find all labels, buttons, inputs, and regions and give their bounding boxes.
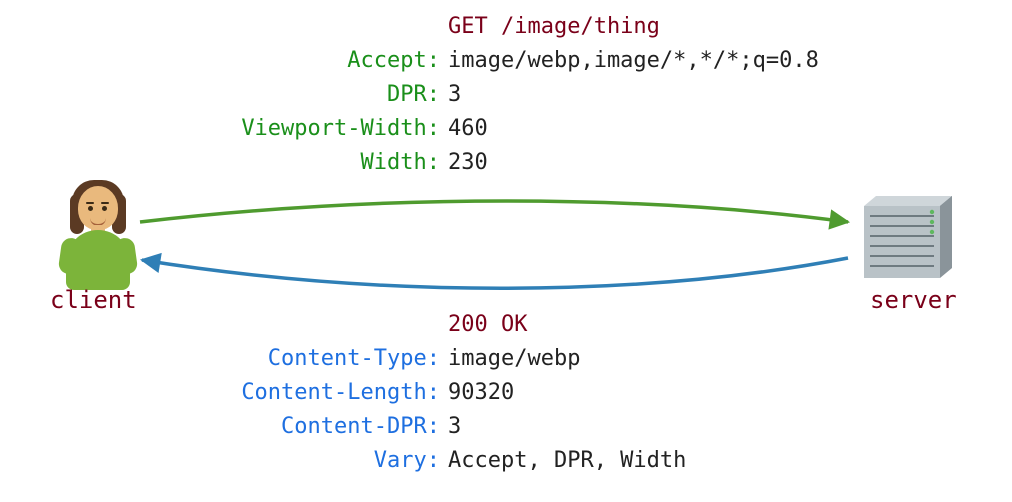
request-header-name-width: Width: bbox=[185, 146, 448, 180]
request-header-value-viewport-width: 460 bbox=[448, 112, 488, 146]
response-header-name-content-length: Content-Length: bbox=[185, 376, 448, 410]
client-person-icon bbox=[58, 180, 138, 290]
request-header-name-accept: Accept: bbox=[185, 44, 448, 78]
http-response-block: 200 OK Content-Type: image/webp Content-… bbox=[185, 308, 686, 478]
http-request-block: GET /image/thing Accept: image/webp,imag… bbox=[185, 10, 819, 180]
response-header-name-content-dpr: Content-DPR: bbox=[185, 410, 448, 444]
request-arrow bbox=[140, 201, 848, 222]
request-header-value-dpr: 3 bbox=[448, 78, 461, 112]
server-icon bbox=[854, 182, 964, 286]
request-header-value-width: 230 bbox=[448, 146, 488, 180]
request-header-value-accept: image/webp,image/*,*/*;q=0.8 bbox=[448, 44, 819, 78]
client-label: client bbox=[50, 286, 137, 314]
response-header-value-content-type: image/webp bbox=[448, 342, 580, 376]
server-label: server bbox=[870, 286, 957, 314]
response-header-value-content-length: 90320 bbox=[448, 376, 514, 410]
response-header-value-content-dpr: 3 bbox=[448, 410, 461, 444]
response-arrow bbox=[142, 258, 848, 288]
response-header-value-vary: Accept, DPR, Width bbox=[448, 444, 686, 478]
request-line: GET /image/thing bbox=[448, 10, 660, 44]
response-header-name-vary: Vary: bbox=[185, 444, 448, 478]
request-header-name-dpr: DPR: bbox=[185, 78, 448, 112]
response-header-name-content-type: Content-Type: bbox=[185, 342, 448, 376]
request-header-name-viewport-width: Viewport-Width: bbox=[185, 112, 448, 146]
response-status-line: 200 OK bbox=[448, 308, 527, 342]
